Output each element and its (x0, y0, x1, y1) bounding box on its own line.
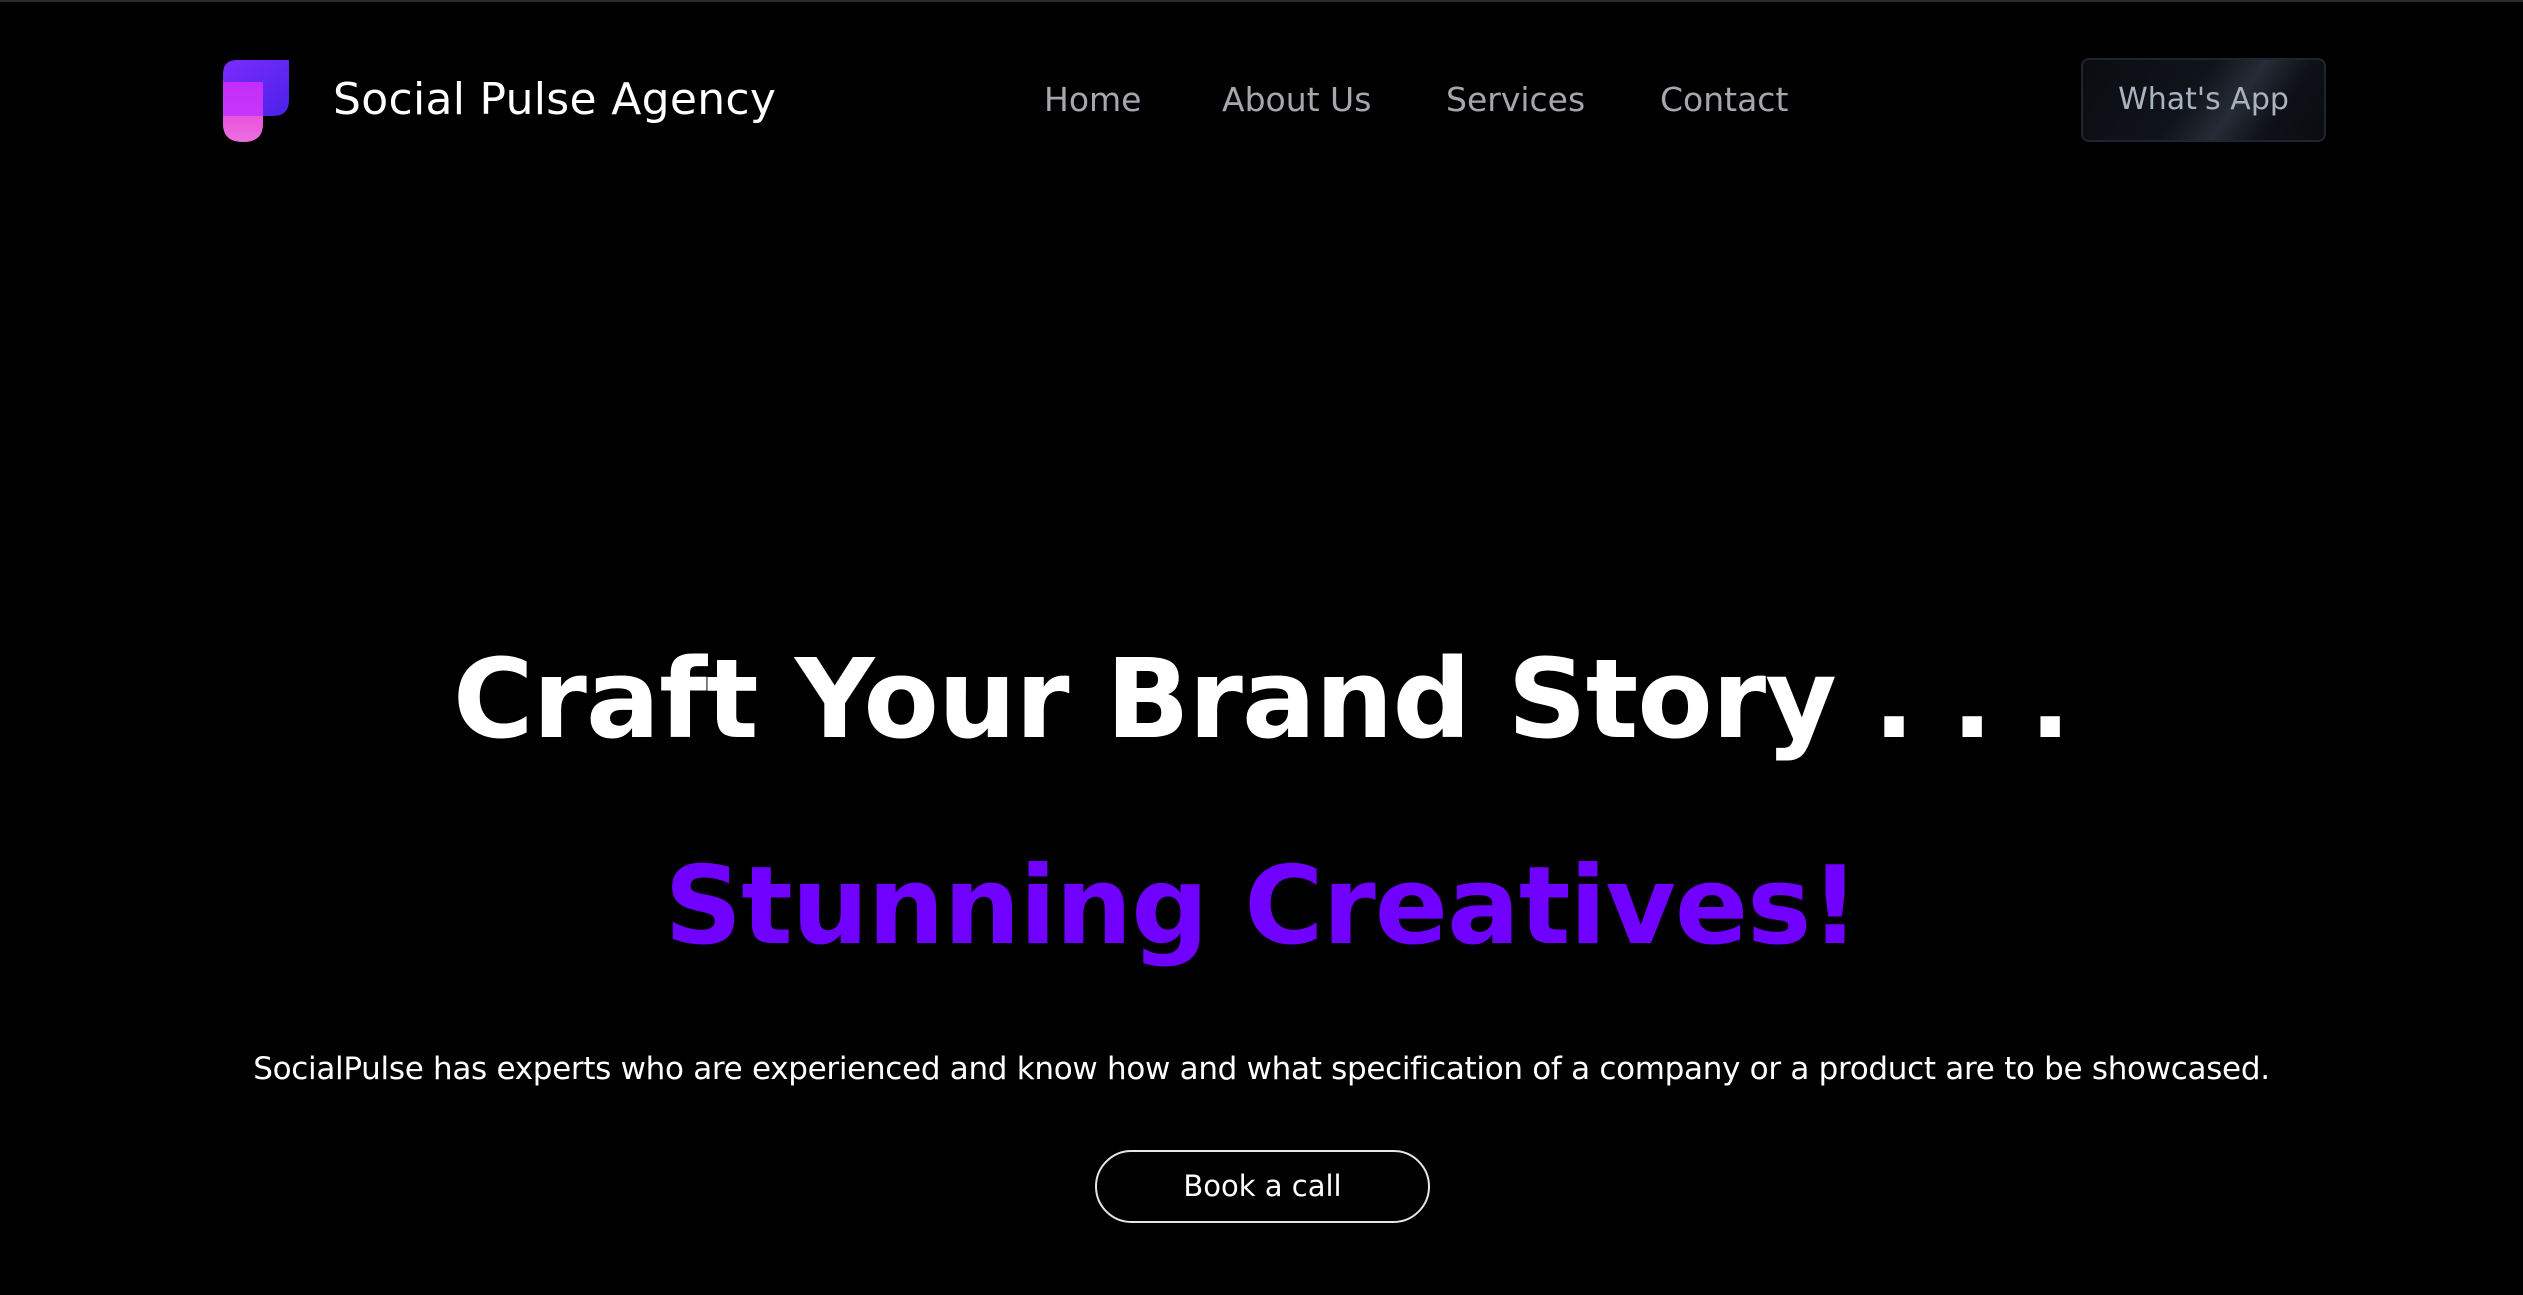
whatsapp-button[interactable]: What's App (2081, 58, 2326, 142)
book-a-call-button[interactable]: Book a call (1095, 1150, 1430, 1223)
social-pulse-logo-icon[interactable] (223, 60, 289, 142)
hero-title: Craft Your Brand Story . . . (452, 635, 2071, 763)
brand-name[interactable]: Social Pulse Agency (333, 72, 776, 128)
nav-link-contact[interactable]: Contact (1660, 78, 1788, 122)
nav-link-services[interactable]: Services (1446, 78, 1585, 122)
nav-link-home[interactable]: Home (1044, 78, 1141, 122)
navbar: Social Pulse Agency Home About Us Servic… (0, 2, 2523, 198)
nav-link-about-us[interactable]: About Us (1222, 78, 1371, 122)
hero-highlight: Stunning Creatives! (664, 844, 1859, 969)
hero-description: SocialPulse has experts who are experien… (253, 1051, 2270, 1087)
